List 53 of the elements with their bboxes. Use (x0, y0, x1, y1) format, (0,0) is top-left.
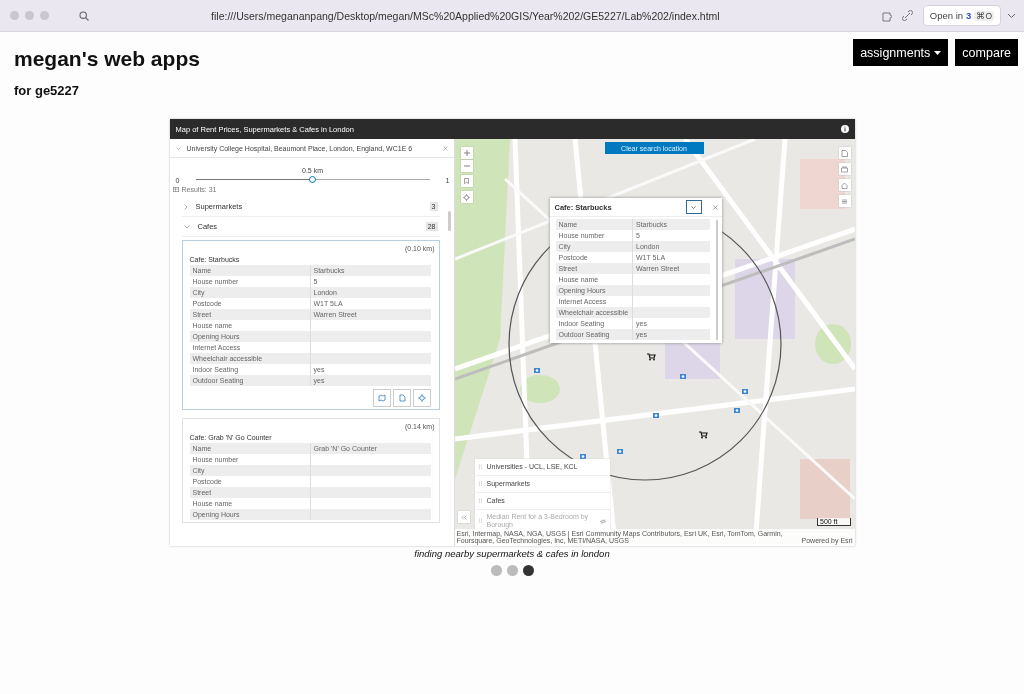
cafe-marker[interactable] (741, 389, 748, 394)
open-in-button[interactable]: Open in 3 ⌘O (922, 5, 1001, 26)
chevron-down-icon (183, 224, 190, 229)
minus-icon (463, 165, 470, 167)
nav-button[interactable]: compare (955, 39, 1018, 66)
scrollbar[interactable] (715, 220, 718, 340)
extension-icon (881, 9, 894, 22)
chevron-down-icon (175, 146, 181, 150)
carousel-dot[interactable] (490, 565, 502, 576)
scrollbar[interactable] (447, 211, 451, 231)
plus-icon (463, 150, 470, 156)
locate-icon (463, 193, 470, 201)
cafe-marker[interactable] (579, 454, 586, 459)
info-icon (840, 125, 849, 133)
cafe-marker[interactable] (616, 449, 623, 454)
home-icon (841, 181, 848, 189)
caret-icon (934, 50, 942, 55)
map-icon (377, 394, 386, 402)
carousel-dot[interactable] (506, 565, 518, 576)
document-icon (397, 394, 406, 402)
cart-marker[interactable] (697, 431, 708, 439)
chevron-down-icon (1007, 12, 1016, 19)
nav-button[interactable]: assignments (853, 39, 949, 66)
carousel-dot[interactable] (522, 565, 534, 576)
slide-caption: finding nearby supermarkets & cafes in london (413, 548, 611, 559)
chevron-right-icon (183, 203, 188, 210)
action-button[interactable] (372, 389, 391, 407)
target-icon (417, 394, 426, 402)
address-bar[interactable]: file:///Users/megananpang/Desktop/megan/MSc%20Applied%20GIS/Year%202/GE5227/Lab%202/index.html (97, 9, 834, 22)
cafe-marker[interactable] (679, 374, 686, 379)
close-icon (442, 145, 448, 151)
chevron-down-icon (691, 205, 696, 209)
eye-off-icon (599, 518, 606, 524)
table-icon (172, 187, 179, 192)
close-icon (713, 204, 718, 210)
bookmark-icon (464, 178, 469, 184)
search-icon (79, 10, 89, 21)
document-icon (841, 149, 848, 157)
page-title: megan's web apps (14, 47, 200, 71)
link-icon (901, 10, 913, 21)
cart-marker[interactable] (645, 353, 656, 361)
cafe-marker[interactable] (733, 408, 740, 413)
cafe-marker[interactable] (533, 368, 540, 373)
list-icon (841, 197, 848, 205)
cafe-marker[interactable] (652, 413, 659, 418)
result-card[interactable] (181, 240, 440, 410)
page-subtitle: for ge5227 (14, 83, 81, 98)
slider-thumb[interactable] (309, 176, 316, 183)
basemap-icon (841, 165, 848, 173)
action-button[interactable] (412, 389, 431, 407)
collapse-button[interactable] (685, 200, 702, 214)
action-button[interactable] (392, 389, 411, 407)
double-chevron-left-icon (460, 514, 467, 520)
